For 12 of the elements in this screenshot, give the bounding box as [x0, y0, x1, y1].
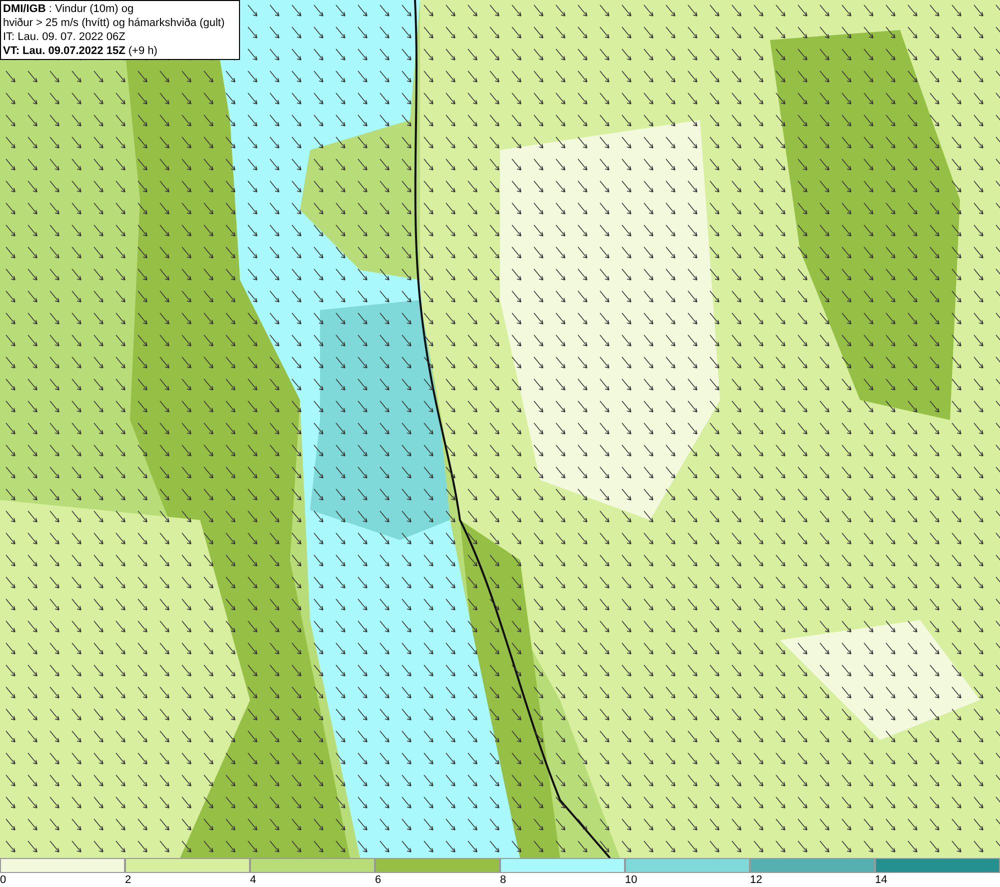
scale-label: 0 — [0, 873, 6, 887]
scale-label: 10 — [625, 873, 638, 887]
legend-text: DMI/IGB : Vindur (10m) og — [3, 2, 135, 16]
legend-text: VT: Lau. 09.07.2022 15Z (+9 h) — [3, 44, 158, 58]
legend-text: IT: Lau. 09. 07. 2022 06Z — [3, 30, 126, 44]
scale-label: 2 — [125, 873, 132, 887]
legend-text: hviður > 25 m/s (hvítt) og hámarkshviða (gult) — [3, 16, 226, 30]
scale-label: 8 — [500, 873, 506, 887]
scale-label: 14 — [875, 873, 888, 887]
scale-label: 6 — [375, 873, 382, 887]
scale-label: 12 — [750, 873, 762, 887]
scale-label: 4 — [250, 873, 256, 887]
